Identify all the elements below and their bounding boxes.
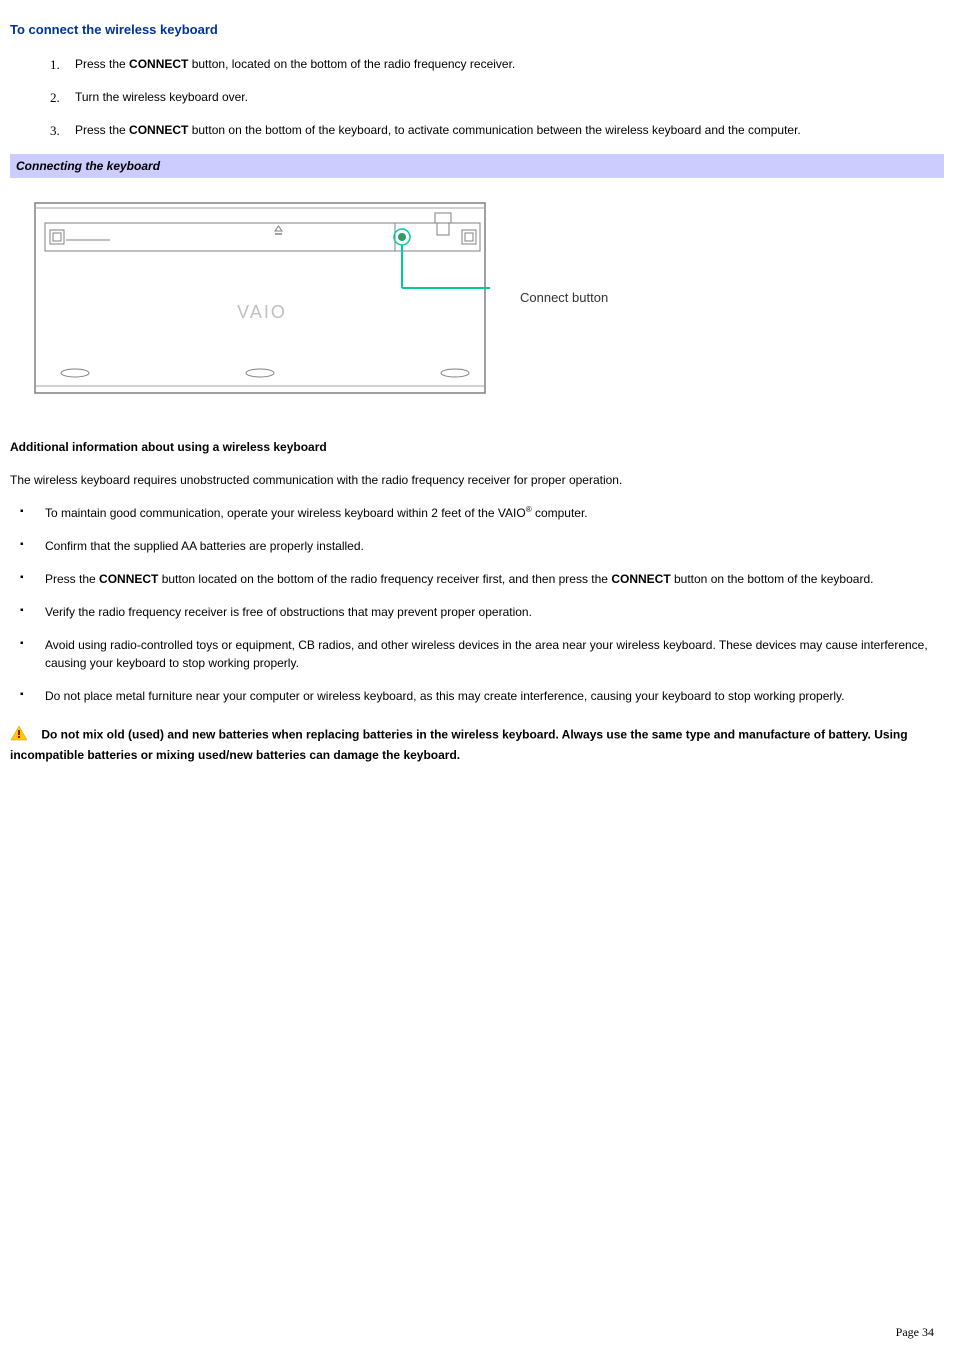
step-item: 1. Press the CONNECT button, located on … [50, 55, 944, 73]
step-text-post: button, located on the bottom of the rad… [188, 57, 515, 71]
bullet-text: Press the [45, 572, 99, 586]
step-text-pre: Press the [75, 57, 129, 71]
bullet-item: Do not place metal furniture near your c… [20, 687, 944, 705]
bullet-text-post: computer. [532, 506, 588, 520]
bullet-text-mid: button located on the bottom of the radi… [158, 572, 611, 586]
step-number: 1. [50, 55, 60, 75]
step-bold: CONNECT [129, 123, 188, 137]
bullet-item: Verify the radio frequency receiver is f… [20, 603, 944, 621]
step-text-post: button on the bottom of the keyboard, to… [188, 123, 800, 137]
bullet-bold: CONNECT [611, 572, 670, 586]
step-text-pre: Turn the wireless keyboard over. [75, 90, 248, 104]
bullet-text: To maintain good communication, operate … [45, 506, 526, 520]
figure-label: Connect button [520, 288, 608, 308]
svg-text:VAIO: VAIO [237, 302, 287, 322]
keyboard-diagram: VAIO [30, 198, 490, 398]
step-item: 2. Turn the wireless keyboard over. [50, 88, 944, 106]
bullet-item: Confirm that the supplied AA batteries a… [20, 537, 944, 555]
step-number: 3. [50, 121, 60, 141]
bullet-bold: CONNECT [99, 572, 158, 586]
step-number: 2. [50, 88, 60, 108]
step-bold: CONNECT [129, 57, 188, 71]
warning-icon [10, 725, 28, 746]
bullet-text: Do not place metal furniture near your c… [45, 689, 845, 703]
bullet-text: Confirm that the supplied AA batteries a… [45, 539, 364, 553]
bullet-text: Verify the radio frequency receiver is f… [45, 605, 532, 619]
section-heading: To connect the wireless keyboard [10, 20, 944, 40]
bullet-item: Press the CONNECT button located on the … [20, 570, 944, 588]
intro-text: The wireless keyboard requires unobstruc… [10, 471, 944, 489]
bullet-text: Avoid using radio-controlled toys or equ… [45, 638, 928, 670]
figure-container: VAIO Connect button [30, 198, 944, 398]
bullet-item: Avoid using radio-controlled toys or equ… [20, 636, 944, 672]
step-item: 3. Press the CONNECT button on the botto… [50, 121, 944, 139]
steps-list: 1. Press the CONNECT button, located on … [10, 55, 944, 139]
step-text-pre: Press the [75, 123, 129, 137]
bullet-item: To maintain good communication, operate … [20, 504, 944, 522]
subheading: Additional information about using a wir… [10, 438, 944, 456]
page-number: Page 34 [896, 1323, 934, 1341]
warning-text: Do not mix old (used) and new batteries … [10, 727, 908, 761]
bullet-text-post: button on the bottom of the keyboard. [671, 572, 874, 586]
bullet-list: To maintain good communication, operate … [10, 504, 944, 705]
figure-caption: Connecting the keyboard [10, 154, 944, 178]
warning-block: Do not mix old (used) and new batteries … [10, 725, 944, 764]
